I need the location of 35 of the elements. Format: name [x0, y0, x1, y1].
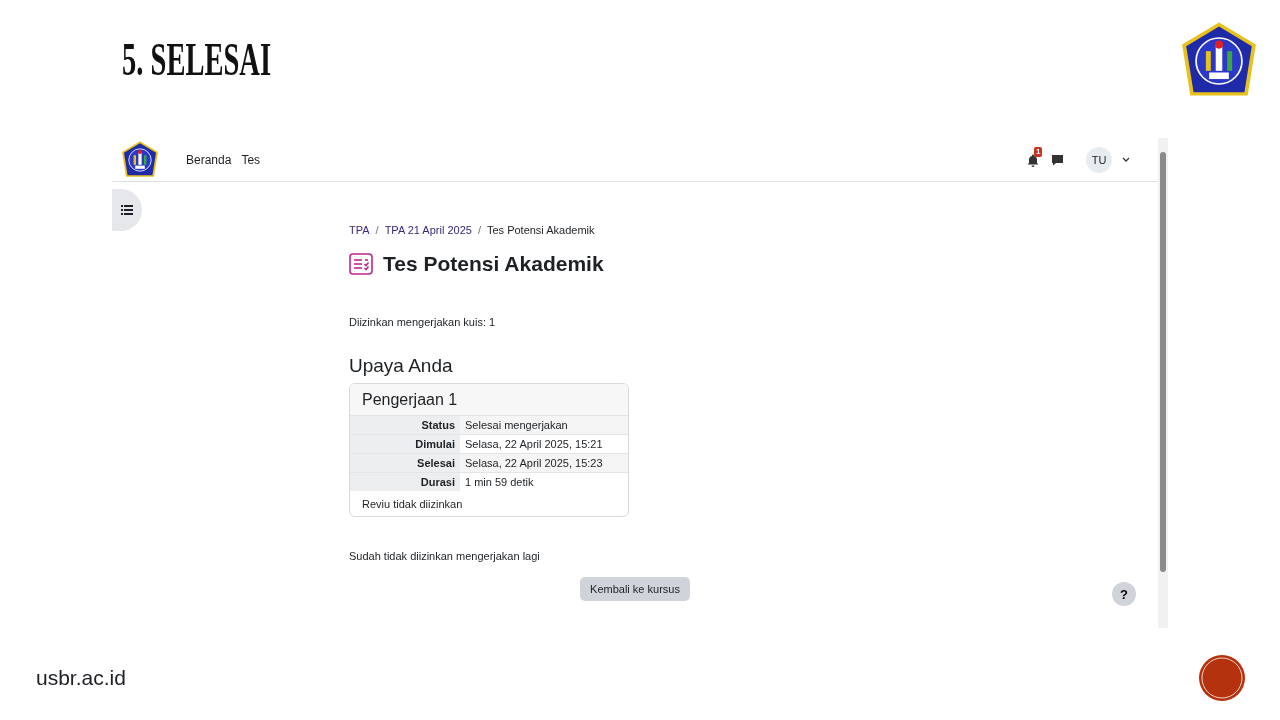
row-label: Selesai: [350, 453, 460, 473]
emblem-icon: [120, 139, 160, 180]
nav-link[interactable]: Tes: [241, 152, 261, 167]
status-message: Sudah tidak diizinkan mengerjakan lagi: [349, 549, 541, 563]
chevron-icon[interactable]: [1122, 156, 1130, 163]
list-icon: [121, 205, 133, 215]
breadcrumb-link[interactable]: TPA 21 April 2025: [384, 223, 472, 237]
breadcrumb-link[interactable]: TPA: [349, 223, 370, 237]
page-heading: Tes Potensi Akademik: [383, 251, 604, 277]
drawer-toggle[interactable]: [112, 189, 142, 231]
footer-url: usbr.ac.id: [36, 666, 126, 690]
user-avatar[interactable]: TU: [1086, 146, 1112, 173]
breadcrumb-separator: /: [375, 223, 379, 237]
card-title: Pengerjaan 1: [350, 384, 628, 415]
row-label: Dimulai: [350, 434, 460, 454]
back-to-course-button[interactable]: Kembali ke kursus: [580, 577, 690, 601]
quiz-icon: [349, 253, 373, 275]
breadcrumb-current: Tes Potensi Akademik: [486, 223, 595, 237]
row-value: 1 min 59 detik: [460, 472, 628, 491]
review-note: Reviu tidak diizinkan: [361, 497, 464, 512]
section-heading: Upaya Anda: [349, 355, 454, 377]
slide-title: 5. SELESAI: [122, 36, 271, 84]
row-value: Selasa, 22 April 2025, 15:23: [460, 453, 628, 473]
bell-icon[interactable]: [1027, 153, 1039, 167]
nav-link[interactable]: Beranda: [186, 152, 232, 167]
row-value: Selesai mengerjakan: [460, 415, 628, 435]
scrollbar[interactable]: [1158, 138, 1168, 628]
row-label: Status: [350, 415, 460, 435]
attempts-allowed-text: Diizinkan mengerjakan kuis: 1: [349, 315, 497, 329]
chat-icon[interactable]: [1051, 153, 1064, 166]
circle-ornament: [1198, 654, 1246, 702]
row-label: Durasi: [350, 472, 460, 491]
notification-badge: 1: [1034, 146, 1043, 157]
breadcrumb-separator: /: [477, 223, 481, 237]
help-button[interactable]: ?: [1112, 582, 1136, 606]
